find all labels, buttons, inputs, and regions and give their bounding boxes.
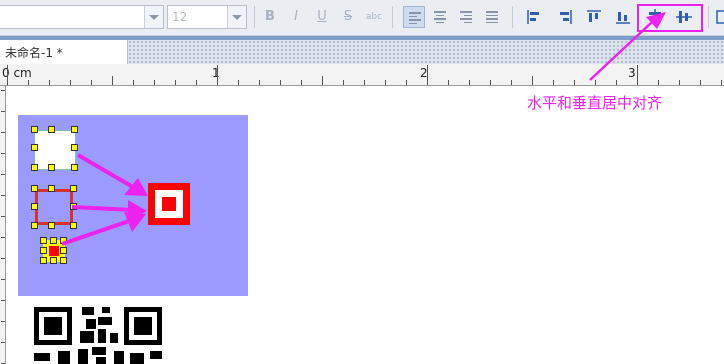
arrow-line-1: [76, 153, 140, 192]
qr-code-image[interactable]: [34, 307, 162, 364]
arrow-head-1: [124, 178, 148, 196]
annotation-pointer-line: [589, 21, 653, 81]
arrow-line-2: [71, 205, 135, 212]
arrow-line-3: [61, 218, 133, 246]
annotation-label: 水平和垂直居中对齐: [527, 94, 663, 112]
